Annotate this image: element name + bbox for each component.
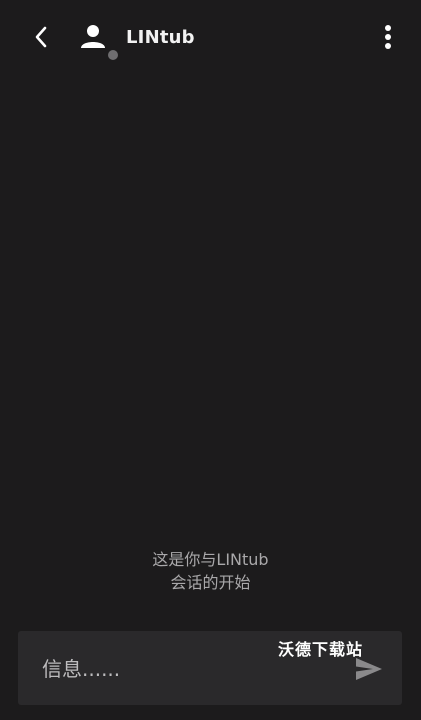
conversation-start-notice: 这是你与LINtub 会话的开始 xyxy=(0,548,421,594)
avatar[interactable] xyxy=(78,22,110,58)
chevron-left-icon xyxy=(35,26,47,48)
conversation-start-line2: 会话的开始 xyxy=(170,573,251,592)
person-icon xyxy=(81,25,105,48)
message-list[interactable] xyxy=(0,76,421,626)
more-options-button[interactable] xyxy=(374,22,402,52)
app-header: LINtub xyxy=(0,0,421,76)
more-vertical-icon xyxy=(385,25,391,49)
watermark: 沃德下载站 xyxy=(278,640,364,659)
conversation-start-line1: 这是你与LINtub xyxy=(152,550,269,569)
contact-name[interactable]: LINtub xyxy=(126,27,195,48)
presence-status-dot xyxy=(108,50,118,60)
back-button[interactable] xyxy=(26,22,56,52)
